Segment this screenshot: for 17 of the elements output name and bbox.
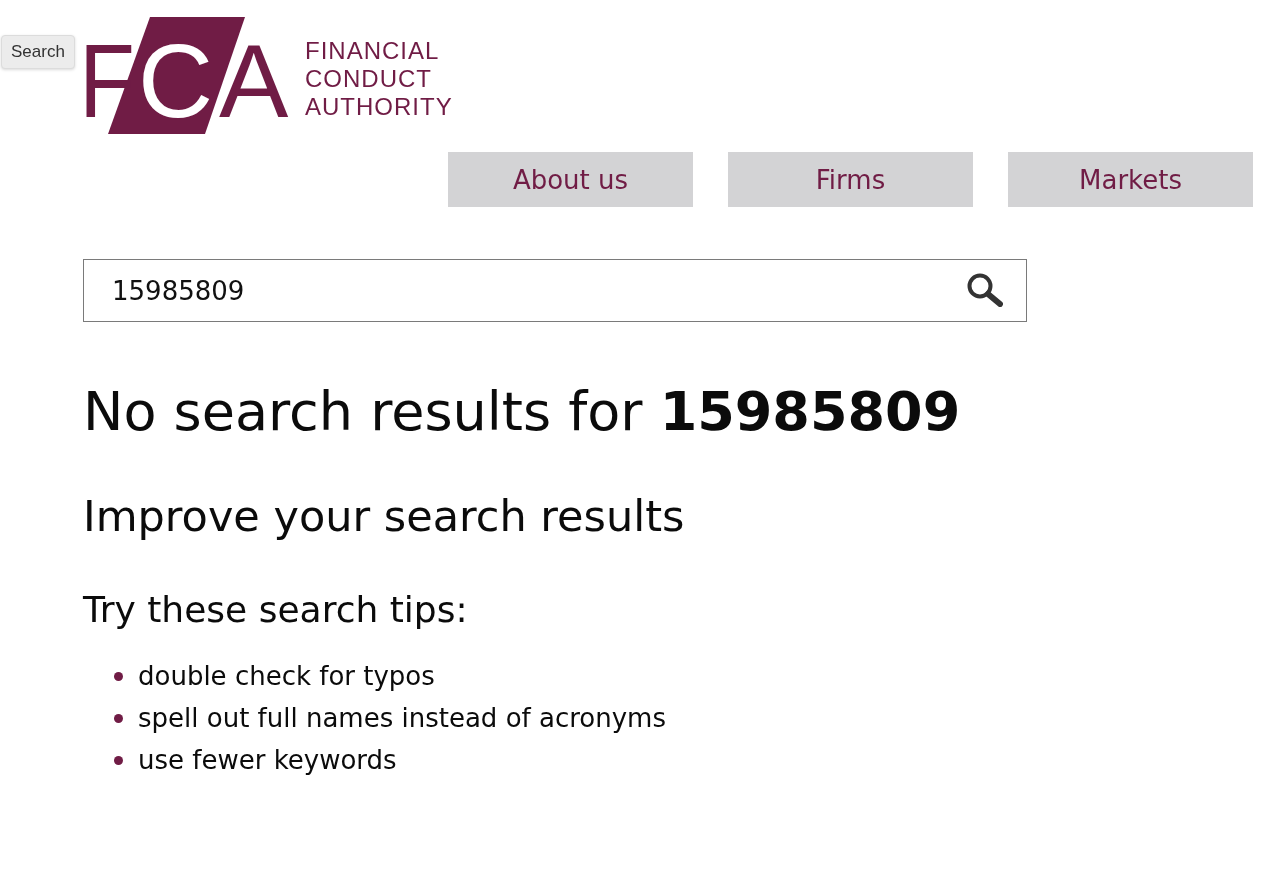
nav-link[interactable]: Firms (728, 152, 973, 207)
bullet-icon (114, 713, 123, 723)
logo-mark: FCA (83, 17, 291, 135)
tips-title: Try these search tips: (83, 589, 469, 631)
search-field[interactable]: 15985809 (83, 259, 1027, 322)
nav-link[interactable]: About us (448, 152, 693, 207)
results-heading: No search results for 15985809 (83, 380, 962, 444)
tip-text: use fewer keywords (138, 744, 397, 777)
subheading: Improve your search results (83, 491, 686, 541)
tip-text: spell out full names instead of acronyms (138, 702, 666, 735)
logo-wordmark: FINANCIAL CONDUCT AUTHORITY (305, 37, 453, 121)
bullet-icon (114, 755, 123, 765)
tooltip: Search (1, 35, 75, 69)
tip-text: double check for typos (138, 660, 435, 693)
search-icon[interactable] (967, 273, 1003, 307)
bullet-icon (114, 671, 123, 681)
nav-link[interactable]: Markets (1008, 152, 1253, 207)
